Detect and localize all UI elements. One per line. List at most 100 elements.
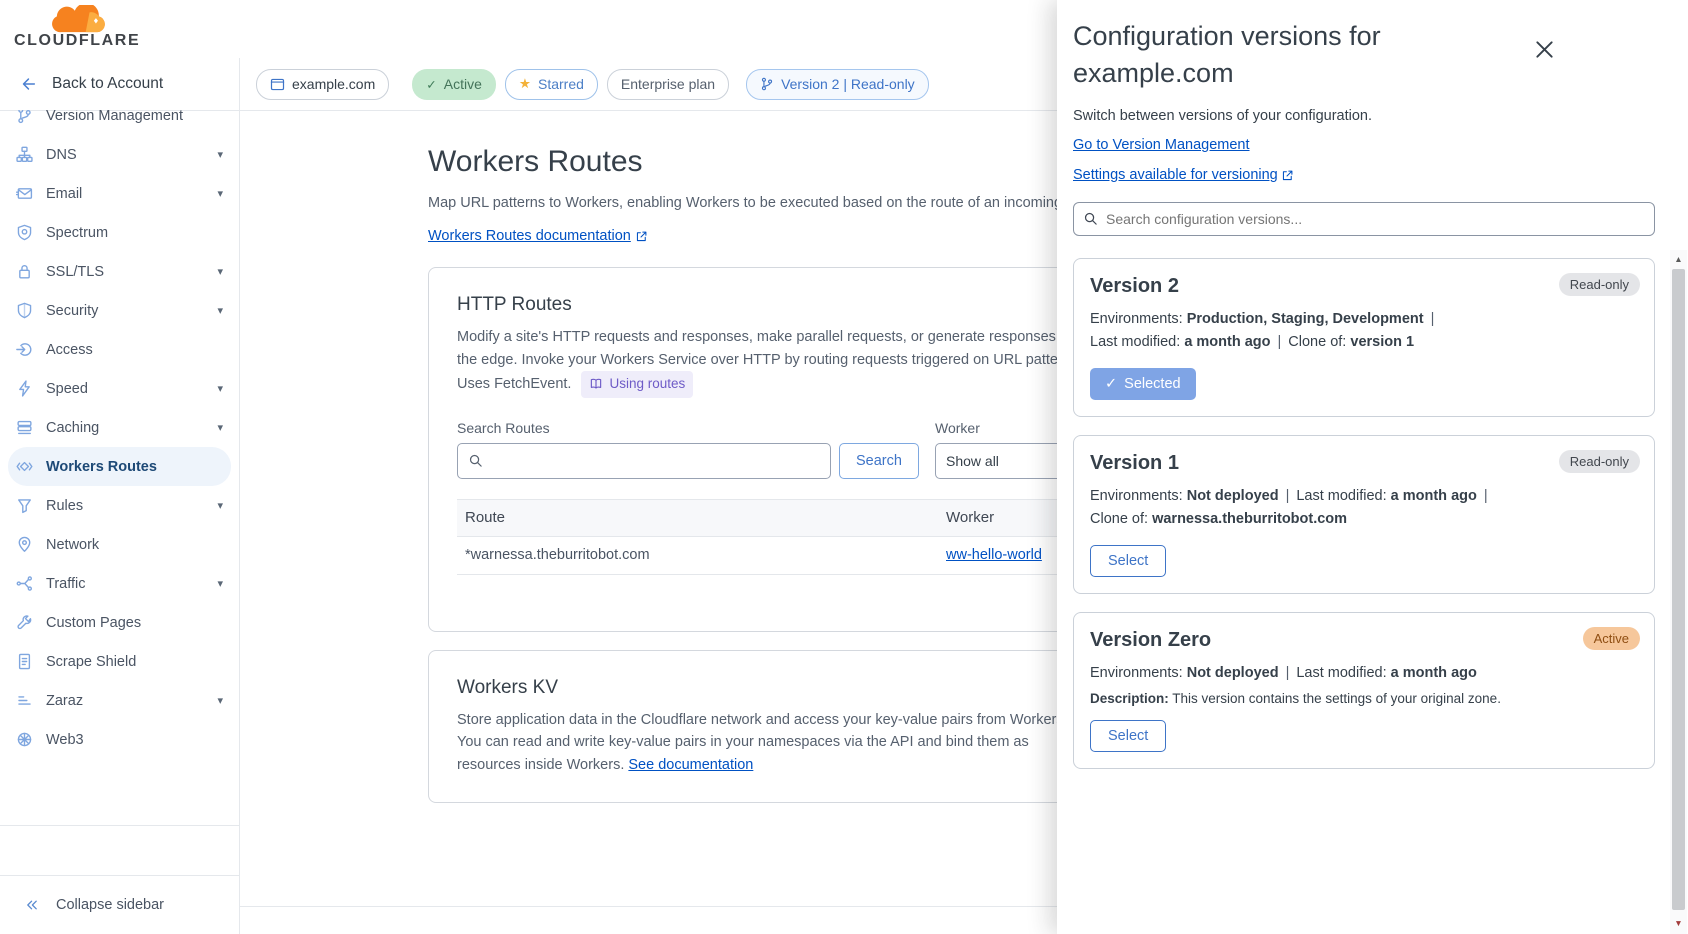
sidebar-item-label: Email [46, 186, 82, 202]
sidebar-item-version-management[interactable]: Version Management [0, 110, 239, 135]
dns-icon [16, 146, 33, 163]
wrench-icon [16, 614, 33, 631]
sidebar-item-zaraz[interactable]: Zaraz ▾ [0, 681, 239, 720]
scroll-down-icon[interactable]: ▼ [1670, 915, 1687, 931]
search-routes-input[interactable] [457, 443, 831, 479]
http-routes-description-text: Modify a site's HTTP requests and respon… [457, 329, 1089, 392]
close-icon[interactable] [1533, 38, 1556, 61]
sidebar-item-label: Workers Routes [46, 459, 157, 475]
sidebar-item-dns[interactable]: DNS ▾ [0, 135, 239, 174]
sidebar-item-speed[interactable]: Speed ▾ [0, 369, 239, 408]
selected-button[interactable]: ✓Selected [1090, 368, 1196, 400]
sidebar-item-network[interactable]: Network [0, 525, 239, 564]
version-meta: Environments: Production, Staging, Devel… [1090, 308, 1610, 354]
sidebar: Back to Account Version Management DNS ▾… [0, 58, 240, 934]
workers-routes-doc-link[interactable]: Workers Routes documentation [428, 228, 648, 244]
traffic-split-icon [16, 575, 33, 592]
version-badge[interactable]: Version 2 | Read-only [746, 69, 929, 100]
sidebar-item-scrape-shield[interactable]: Scrape Shield [0, 642, 239, 681]
drawer-scrollbar[interactable]: ▲ ▼ [1670, 250, 1687, 934]
http-routes-title: HTTP Routes [457, 294, 1139, 316]
workers-kv-description-text: Store application data in the Cloudflare… [457, 712, 1068, 773]
sidebar-item-web3[interactable]: Web3 [0, 720, 239, 759]
arrow-left-icon [18, 75, 36, 93]
sidebar-item-caching[interactable]: Caching ▾ [0, 408, 239, 447]
routes-table: Route Worker *warnessa.theburritobot.com… [457, 499, 1139, 605]
version-title: Version Zero [1090, 629, 1638, 652]
spectrum-shield-icon [16, 224, 33, 241]
version-card-version-2: Version 2 Read-only Environments: Produc… [1073, 258, 1655, 417]
workers-diamond-icon [16, 458, 33, 475]
route-cell: *warnessa.theburritobot.com [465, 547, 946, 563]
cloudflare-logo[interactable]: CLOUDFLARE [14, 5, 134, 50]
sidebar-nav-scroll[interactable]: Version Management DNS ▾ Email ▾ Spectru… [0, 110, 239, 825]
sidebar-item-ssl-tls[interactable]: SSL/TLS ▾ [0, 252, 239, 291]
chevron-down-icon: ▾ [217, 577, 223, 590]
kv-doc-link[interactable]: See documentation [628, 757, 753, 773]
version-status-badge: Read-only [1559, 273, 1640, 296]
sidebar-item-rules[interactable]: Rules ▾ [0, 486, 239, 525]
collapse-sidebar-label: Collapse sidebar [56, 897, 164, 913]
sidebar-item-label: Spectrum [46, 225, 108, 241]
sidebar-divider [0, 825, 239, 826]
sidebar-item-security[interactable]: Security ▾ [0, 291, 239, 330]
settings-versioning-link[interactable]: Settings available for versioning [1073, 167, 1294, 183]
collapse-sidebar-button[interactable]: Collapse sidebar [0, 875, 239, 934]
lightning-icon [16, 380, 33, 397]
select-button[interactable]: Select [1090, 545, 1166, 577]
select-button[interactable]: Select [1090, 720, 1166, 752]
using-routes-badge[interactable]: Using routes [581, 371, 693, 398]
zone-status-badge: ✓ Active [412, 69, 496, 100]
sidebar-item-access[interactable]: Access [0, 330, 239, 369]
chevron-down-icon: ▾ [217, 304, 223, 317]
scroll-up-icon[interactable]: ▲ [1670, 251, 1687, 267]
sidebar-item-label: Custom Pages [46, 615, 141, 631]
sidebar-item-email[interactable]: Email ▾ [0, 174, 239, 213]
zone-domain-pill[interactable]: example.com [256, 69, 389, 100]
version-badge-label: Version 2 | Read-only [781, 76, 915, 92]
server-stack-icon [16, 419, 33, 436]
sidebar-item-label: Rules [46, 498, 83, 514]
star-icon: ★ [519, 76, 531, 92]
sidebar-item-traffic[interactable]: Traffic ▾ [0, 564, 239, 603]
sidebar-item-label: Scrape Shield [46, 654, 136, 670]
sidebar-item-custom-pages[interactable]: Custom Pages [0, 603, 239, 642]
chevron-down-icon: ▾ [217, 382, 223, 395]
http-routes-description: Modify a site's HTTP requests and respon… [457, 326, 1097, 398]
git-branch-icon [760, 77, 774, 91]
workers-kv-description: Store application data in the Cloudflare… [457, 709, 1077, 777]
sidebar-item-label: Speed [46, 381, 88, 397]
version-card-version-1: Version 1 Read-only Environments: Not de… [1073, 435, 1655, 594]
back-to-account[interactable]: Back to Account [0, 58, 239, 111]
drawer-subtitle: Switch between versions of your configur… [1073, 108, 1655, 124]
version-title: Version 2 [1090, 275, 1638, 298]
scrollbar-thumb[interactable] [1672, 269, 1685, 910]
version-management-link[interactable]: Go to Version Management [1073, 137, 1250, 153]
routes-table-header: Route Worker [457, 499, 1139, 537]
workers-kv-title: Workers KV [457, 677, 1139, 699]
funnel-icon [16, 497, 33, 514]
worker-link[interactable]: ww-hello-world [946, 547, 1042, 563]
drawer-title: Configuration versions for example.com [1073, 18, 1503, 92]
version-meta: Environments: Not deployed|Last modified… [1090, 662, 1610, 685]
check-icon: ✓ [426, 77, 436, 92]
sidebar-item-spectrum[interactable]: Spectrum [0, 213, 239, 252]
chevron-down-icon: ▾ [217, 499, 223, 512]
starred-badge[interactable]: ★ Starred [505, 69, 598, 100]
using-routes-label: Using routes [609, 373, 685, 396]
version-card-version-zero: Version Zero Active Environments: Not de… [1073, 612, 1655, 769]
version-management-link-label: Go to Version Management [1073, 137, 1250, 153]
sidebar-item-workers-routes[interactable]: Workers Routes [8, 447, 231, 486]
sidebar-item-label: SSL/TLS [46, 264, 104, 280]
search-versions-input[interactable] [1073, 202, 1655, 236]
sidebar-item-label: Caching [46, 420, 99, 436]
sidebar-item-label: Traffic [46, 576, 85, 592]
sidebar-item-label: Access [46, 342, 93, 358]
doc-link-label: Workers Routes documentation [428, 228, 631, 244]
chevron-down-icon: ▾ [217, 187, 223, 200]
git-branch-icon [16, 110, 33, 124]
search-button[interactable]: Search [839, 443, 919, 479]
starred-label: Starred [538, 76, 584, 92]
settings-versioning-link-label: Settings available for versioning [1073, 167, 1278, 183]
plan-badge: Enterprise plan [607, 69, 729, 100]
